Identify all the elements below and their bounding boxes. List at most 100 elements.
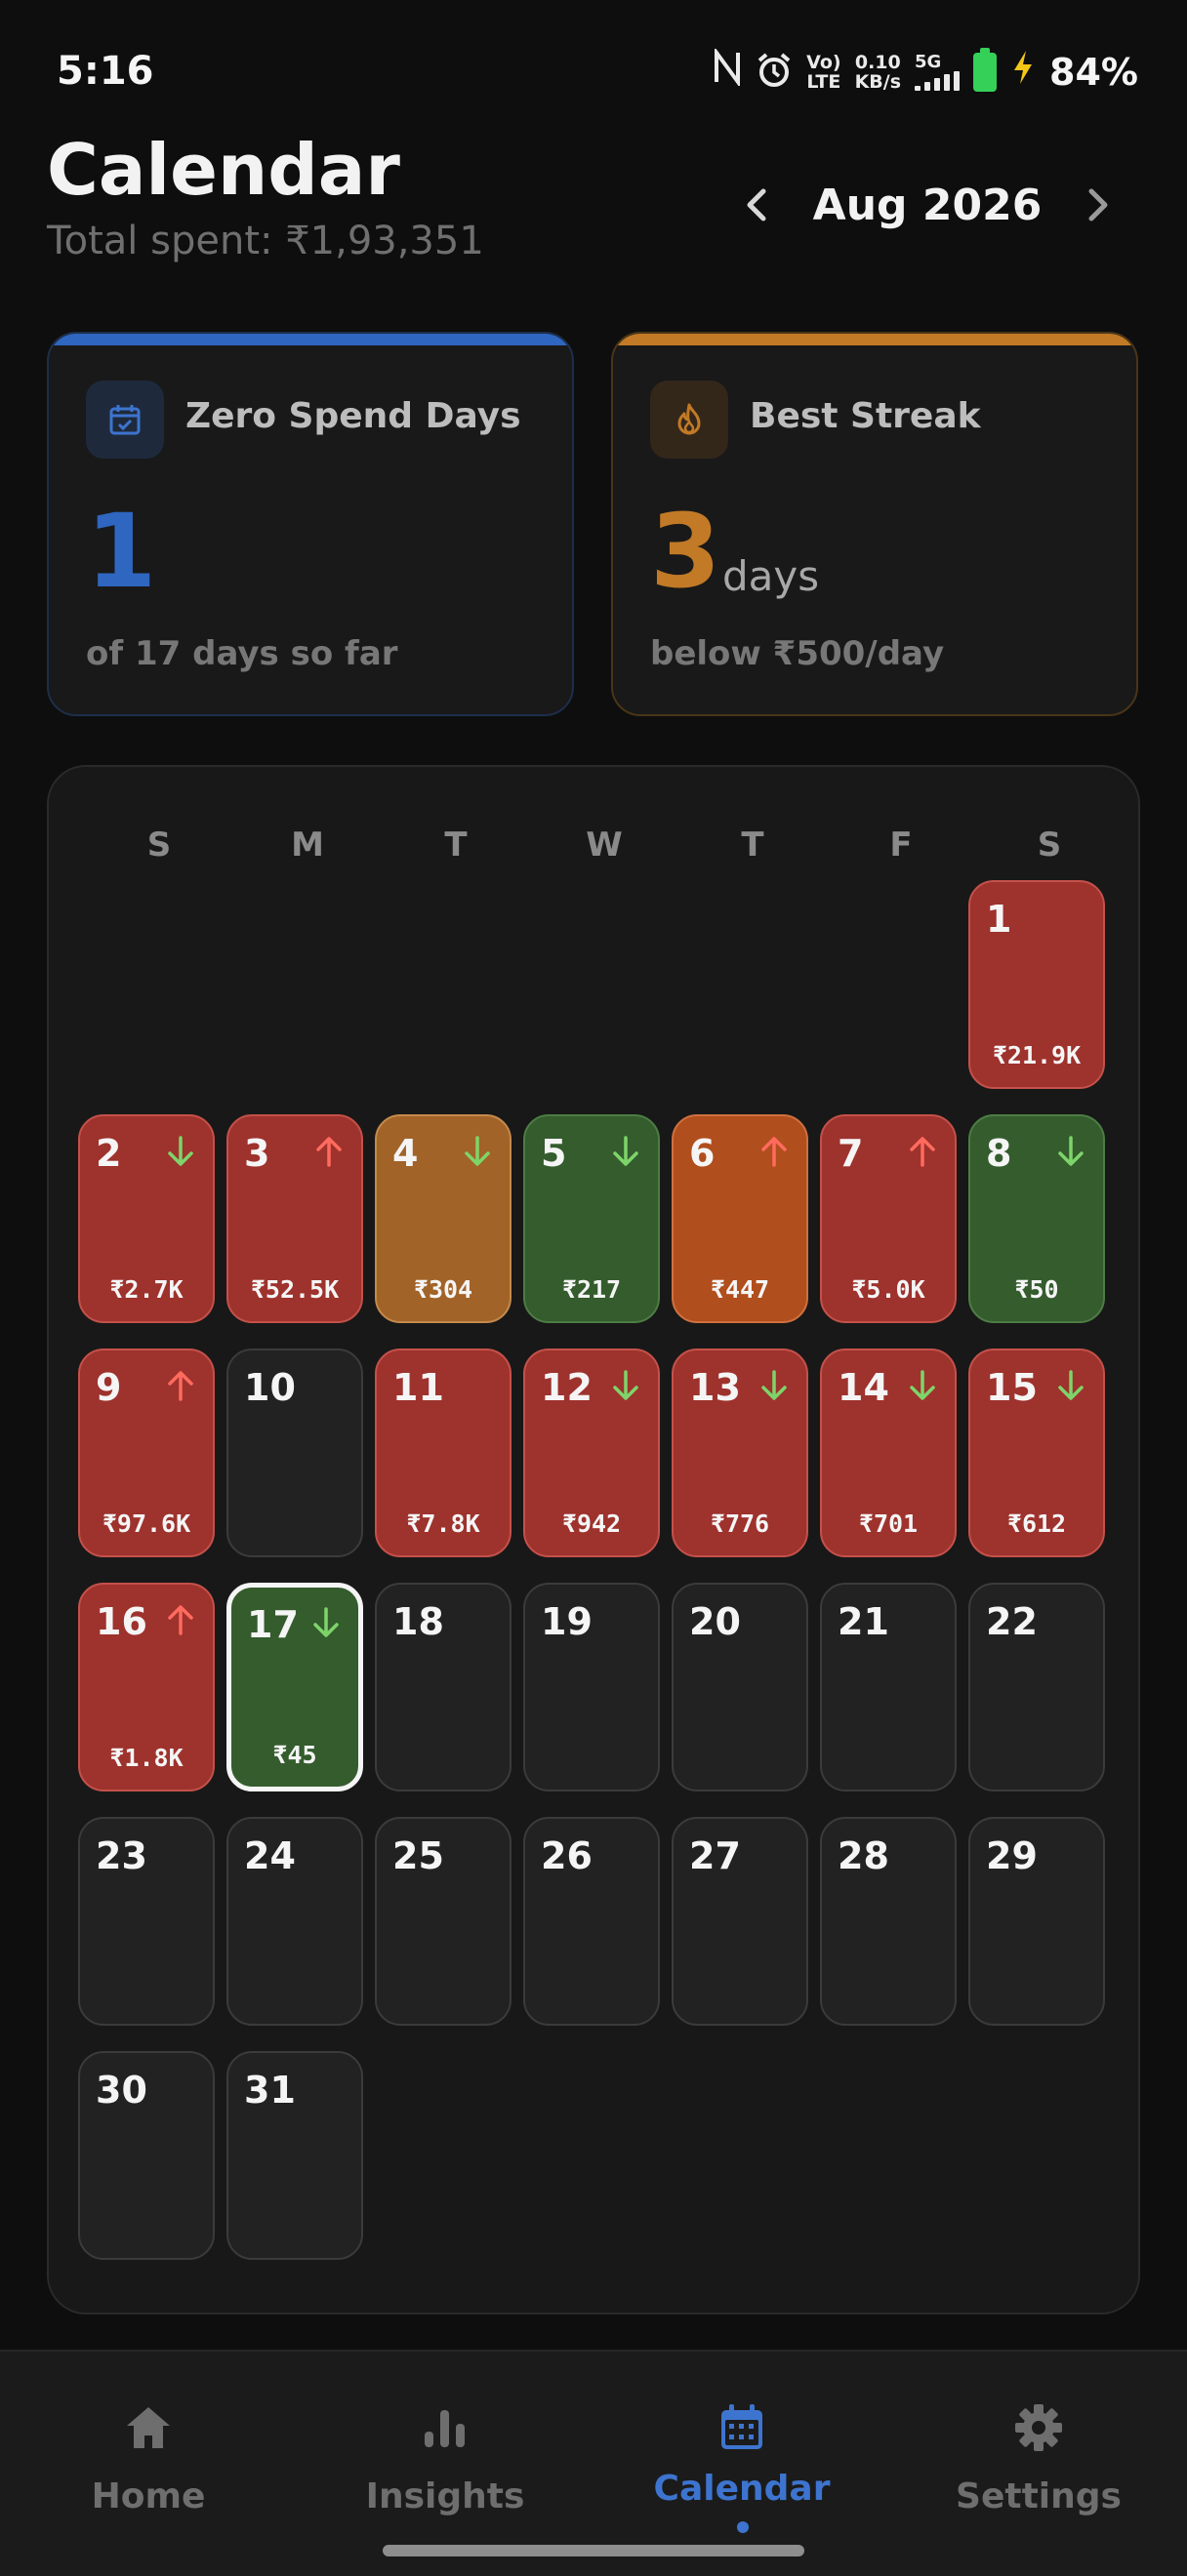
bar-chart-icon [297, 2400, 594, 2455]
day-amount: ₹50 [1014, 1275, 1059, 1304]
calendar-day[interactable]: 2 ₹2.7K [78, 1114, 215, 1323]
flame-icon [650, 381, 728, 459]
trend-down-arrow-icon [461, 1134, 494, 1169]
day-number: 11 [392, 1366, 444, 1409]
calendar-day[interactable]: 31 [226, 2051, 363, 2260]
day-number: 10 [244, 1366, 296, 1409]
weekday-saturday: S [1037, 825, 1062, 865]
trend-down-arrow-icon [1054, 1368, 1087, 1403]
calendar-day[interactable]: 14 ₹701 [820, 1348, 957, 1557]
calendar-day[interactable]: 13 ₹776 [672, 1348, 808, 1557]
day-number: 15 [986, 1366, 1038, 1409]
day-amount: ₹5.0K [851, 1275, 925, 1304]
day-amount: ₹304 [413, 1275, 473, 1304]
nfc-icon [713, 46, 742, 95]
calendar-day[interactable]: 29 [968, 1817, 1105, 2026]
calendar-icon [594, 2400, 890, 2455]
trend-down-arrow-icon [1054, 1134, 1087, 1169]
day-number: 8 [986, 1132, 1012, 1175]
day-number: 29 [986, 1834, 1038, 1877]
calendar-day[interactable]: 3 ₹52.5K [226, 1114, 363, 1323]
calendar-day[interactable]: 7 ₹5.0K [820, 1114, 957, 1323]
calendar-day[interactable]: 24 [226, 1817, 363, 2026]
status-icons: Vo) LTE 0.10 KB/s 5G 84% [713, 46, 1138, 95]
trend-up-arrow-icon [906, 1134, 939, 1169]
day-amount: ₹52.5K [250, 1275, 340, 1304]
nav-insights[interactable]: Insights [297, 2400, 594, 2537]
calendar-day[interactable]: 16 ₹1.8K [78, 1583, 215, 1791]
day-number: 19 [541, 1600, 593, 1643]
day-number: 30 [96, 2069, 147, 2112]
best-streak-footnote: below ₹500/day [650, 634, 945, 673]
calendar-check-icon [86, 381, 164, 459]
bottom-navigation: Home Insights Calendar Settings [0, 2350, 1187, 2576]
calendar-day[interactable]: 21 [820, 1583, 957, 1791]
calendar-day[interactable]: 26 [523, 1817, 660, 2026]
calendar-day[interactable]: 19 [523, 1583, 660, 1791]
battery-percent: 84% [1049, 50, 1138, 94]
calendar-day[interactable]: 27 [672, 1817, 808, 2026]
calendar-day[interactable]: 12 ₹942 [523, 1348, 660, 1557]
day-number: 28 [838, 1834, 889, 1877]
day-amount: ₹7.8K [406, 1509, 480, 1538]
month-navigator: Aug 2026 [722, 166, 1132, 244]
calendar-day[interactable]: 15 ₹612 [968, 1348, 1105, 1557]
day-amount: ₹612 [1006, 1509, 1067, 1538]
day-number: 21 [838, 1600, 889, 1643]
day-amount: ₹776 [710, 1509, 770, 1538]
trend-down-arrow-icon [906, 1368, 939, 1403]
weekday-friday: F [889, 825, 913, 865]
signal-bars-icon [915, 70, 961, 91]
day-amount: ₹97.6K [102, 1509, 191, 1538]
chevron-left-icon [747, 188, 766, 221]
status-time: 5:16 [57, 49, 154, 94]
day-number: 20 [689, 1600, 741, 1643]
best-streak-card: Best Streak 3 days below ₹500/day [611, 332, 1138, 716]
calendar-day[interactable]: 23 [78, 1817, 215, 2026]
calendar-day[interactable]: 1 ₹21.9K [968, 880, 1105, 1089]
calendar-day[interactable]: 11 ₹7.8K [375, 1348, 512, 1557]
trend-down-arrow-icon [609, 1134, 642, 1169]
cell-signal: 5G [915, 53, 961, 91]
day-number: 1 [986, 898, 1012, 941]
day-number: 7 [838, 1132, 864, 1175]
day-number: 12 [541, 1366, 593, 1409]
previous-month-button[interactable] [722, 171, 791, 239]
calendar-day[interactable]: 10 [226, 1348, 363, 1557]
day-number: 25 [392, 1834, 444, 1877]
calendar-day[interactable]: 20 [672, 1583, 808, 1791]
best-streak-value: 3 [650, 492, 721, 611]
calendar-day[interactable]: 28 [820, 1817, 957, 2026]
battery-icon [973, 47, 998, 92]
next-month-button[interactable] [1064, 171, 1132, 239]
calendar-day[interactable]: 30 [78, 2051, 215, 2260]
active-tab-indicator [737, 2521, 749, 2533]
day-number: 3 [244, 1132, 270, 1175]
calendar-day[interactable]: 18 [375, 1583, 512, 1791]
day-number: 6 [689, 1132, 716, 1175]
calendar-day[interactable]: 6 ₹447 [672, 1114, 808, 1323]
calendar-day[interactable]: 4 ₹304 [375, 1114, 512, 1323]
day-amount: ₹701 [858, 1509, 919, 1538]
trend-up-arrow-icon [312, 1134, 346, 1169]
zero-spend-footnote: of 17 days so far [86, 634, 398, 673]
calendar-day[interactable]: 17 ₹45 [226, 1583, 363, 1791]
day-number: 14 [838, 1366, 889, 1409]
day-number: 16 [96, 1600, 147, 1643]
calendar-day[interactable]: 25 [375, 1817, 512, 2026]
month-label: Aug 2026 [812, 180, 1043, 230]
nav-calendar[interactable]: Calendar [594, 2400, 890, 2537]
gesture-home-bar[interactable] [383, 2545, 804, 2556]
zero-spend-value: 1 [86, 492, 157, 611]
alarm-icon [756, 52, 793, 93]
day-amount: ₹2.7K [109, 1275, 184, 1304]
charging-icon [1010, 49, 1036, 95]
calendar-day[interactable]: 8 ₹50 [968, 1114, 1105, 1323]
nav-settings[interactable]: Settings [890, 2400, 1187, 2537]
day-number: 9 [96, 1366, 122, 1409]
nav-home[interactable]: Home [0, 2400, 297, 2537]
calendar-day[interactable]: 5 ₹217 [523, 1114, 660, 1323]
calendar-day[interactable]: 9 ₹97.6K [78, 1348, 215, 1557]
weekday-sunday: S [146, 825, 172, 865]
calendar-day[interactable]: 22 [968, 1583, 1105, 1791]
